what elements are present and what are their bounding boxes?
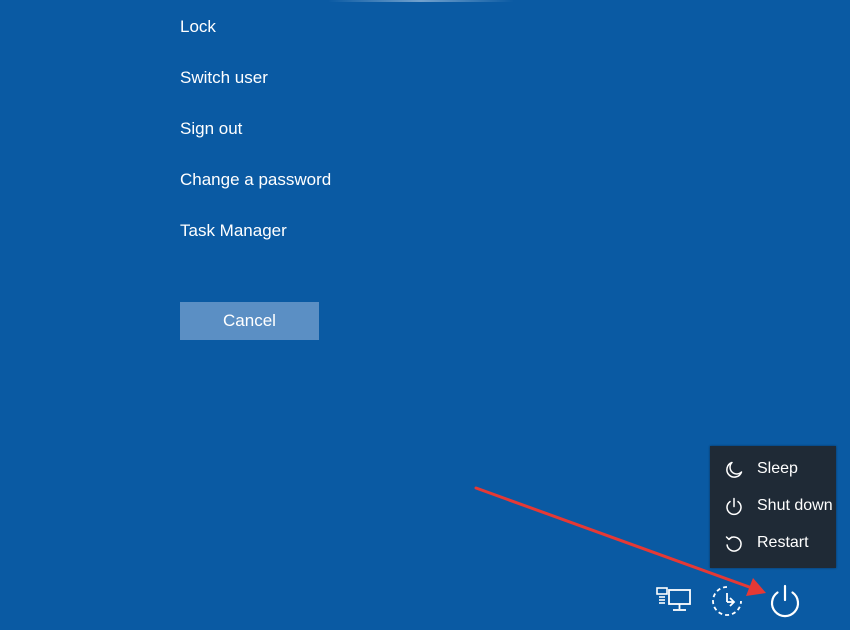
power-button-icon[interactable] bbox=[767, 583, 803, 619]
change-password-option[interactable]: Change a password bbox=[180, 167, 500, 218]
network-icon[interactable] bbox=[655, 585, 693, 615]
power-icon bbox=[724, 497, 744, 517]
switch-user-option[interactable]: Switch user bbox=[180, 65, 500, 116]
restart-icon bbox=[724, 534, 744, 554]
lock-option[interactable]: Lock bbox=[180, 14, 500, 65]
cancel-button[interactable]: Cancel bbox=[180, 302, 319, 340]
security-options-menu: Lock Switch user Sign out Change a passw… bbox=[180, 14, 500, 269]
task-manager-option[interactable]: Task Manager bbox=[180, 218, 500, 269]
sign-out-option[interactable]: Sign out bbox=[180, 116, 500, 167]
top-edge-highlight bbox=[328, 0, 514, 2]
moon-icon bbox=[724, 460, 744, 480]
power-flyout-menu: Sleep Shut down Restart bbox=[710, 446, 836, 568]
shut-down-menu-item[interactable]: Shut down bbox=[710, 489, 836, 523]
ctrl-alt-del-screen: Lock Switch user Sign out Change a passw… bbox=[0, 0, 850, 630]
ease-of-access-icon[interactable] bbox=[710, 584, 746, 618]
restart-menu-item[interactable]: Restart bbox=[710, 526, 836, 560]
sleep-menu-item[interactable]: Sleep bbox=[710, 452, 836, 486]
restart-label: Restart bbox=[757, 534, 809, 551]
sleep-label: Sleep bbox=[757, 460, 798, 477]
shut-down-label: Shut down bbox=[757, 497, 833, 514]
